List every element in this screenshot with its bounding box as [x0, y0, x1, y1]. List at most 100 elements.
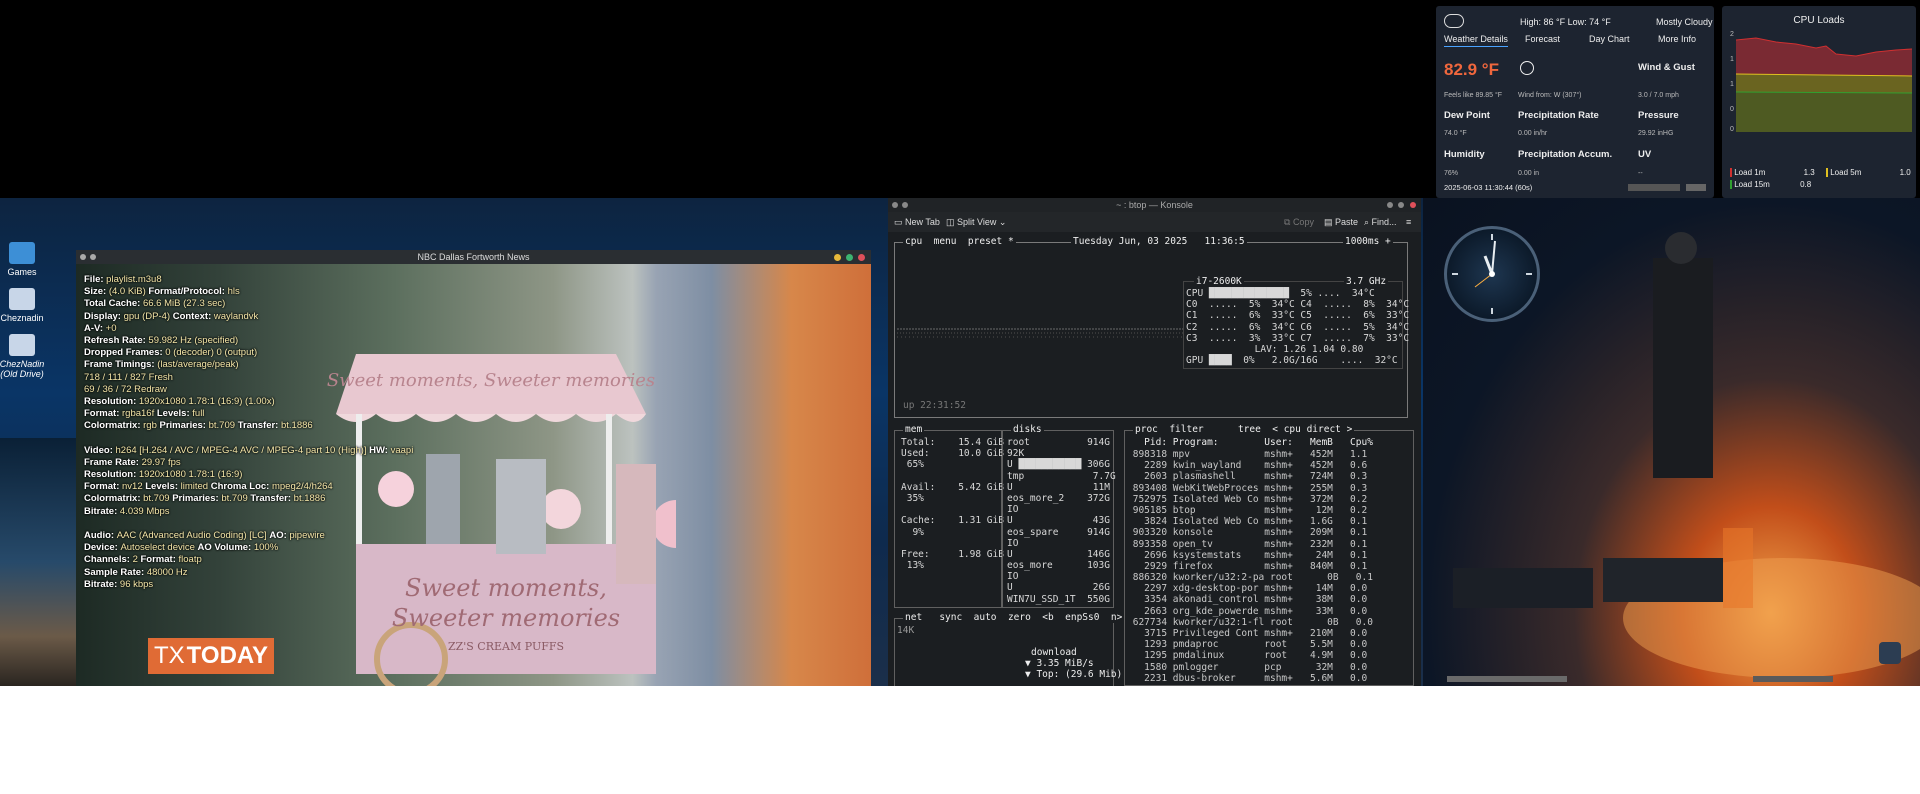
- disks-header[interactable]: disks: [1011, 424, 1044, 436]
- maximize-icon[interactable]: [1398, 202, 1404, 208]
- desktop-icon-cheznadin-old[interactable]: ChezNadin (Old Drive): [0, 334, 52, 379]
- refresh-rate[interactable]: 1000ms +: [1343, 236, 1393, 248]
- terminal-line: U 43G: [1007, 515, 1110, 527]
- stats-key-k: Channels:: [84, 554, 133, 566]
- date-line: Tuesday Jun, 03 2025 11:36:5: [1071, 236, 1247, 248]
- show-desktop-icon[interactable]: [1879, 642, 1901, 664]
- proc-header[interactable]: proc filter tree < cpu direct >: [1133, 424, 1355, 436]
- stats-key-k: Frame Rate:: [84, 456, 142, 468]
- wind-title: Wind & Gust: [1638, 62, 1695, 73]
- cpu-box-header[interactable]: cpu menu preset *: [903, 236, 1016, 248]
- stats-value-v3: bt.1886: [293, 493, 326, 505]
- tab-more-info[interactable]: More Info: [1658, 34, 1696, 44]
- weather-temp: 82.9 °F: [1444, 60, 1499, 79]
- cloud-icon: [1444, 14, 1464, 28]
- tab-weather-details[interactable]: Weather Details: [1444, 34, 1508, 47]
- feels-like: Feels like 89.85 °F: [1444, 92, 1503, 99]
- close-icon[interactable]: [1410, 202, 1416, 208]
- find-button[interactable]: ⌕ Find...: [1364, 212, 1397, 232]
- konsole-toolbar: ▭ New Tab ◫ Split View ⌄ ⧉ Copy ▤ Paste …: [888, 212, 1421, 232]
- stats-line: Audio: AAC (Advanced Audio Coding) [LC] …: [84, 530, 413, 542]
- stats-key-k2: HW:: [369, 444, 391, 456]
- weather-tabs: Weather Details Forecast Day Chart More …: [1436, 34, 1714, 50]
- copy-button[interactable]: ⧉ Copy: [1284, 212, 1314, 232]
- stats-value-v: 29.97 fps: [141, 456, 181, 468]
- terminal-line: C0 ..... 5% 34°C C4 ..... 8% 34°C: [1186, 299, 1410, 311]
- stats-value-v: rgb: [143, 420, 160, 432]
- minimize-icon[interactable]: [1387, 202, 1393, 208]
- screen: High: 86 °F Low: 74 °F Mostly Cloudy Wea…: [0, 0, 1920, 686]
- cpu-loads-title: CPU Loads: [1793, 15, 1845, 26]
- stats-line: Dropped Frames: 0 (decoder) 0 (output): [84, 347, 413, 359]
- blurred-bar: [1628, 184, 1680, 191]
- stats-line: Format: nv12 Levels: limited Chroma Loc:…: [84, 481, 413, 493]
- legend-load-5m: Load 5m 1.0: [1826, 168, 1911, 178]
- terminal-line: 903320 konsole mshm+ 209M 0.1: [1127, 527, 1368, 539]
- close-icon[interactable]: [858, 254, 865, 261]
- window-menu-icon[interactable]: [80, 254, 86, 260]
- legend-value: 1.3: [1803, 168, 1815, 177]
- tab-forecast[interactable]: Forecast: [1525, 34, 1560, 44]
- mem-header[interactable]: mem: [903, 424, 925, 436]
- btop-disks-box: disks root 914G 92K U ███████████ 306G tmp …: [1002, 424, 1116, 608]
- minute-hand: [1491, 240, 1496, 275]
- desktop-icon-cheznadin[interactable]: Cheznadin: [0, 288, 52, 323]
- terminal-line: Cache: 1.31 GiB: [901, 515, 1004, 527]
- stats-line: Display: gpu (DP-4) Context: waylandvk: [84, 311, 413, 323]
- stats-line: File: playlist.m3u8: [84, 274, 413, 286]
- stats-line: [84, 432, 413, 444]
- mpv-titlebar[interactable]: NBC Dallas Fortworth News: [76, 250, 871, 264]
- stats-line: [84, 518, 413, 530]
- stats-key-k2: Primaries:: [172, 493, 222, 505]
- split-view-button[interactable]: ◫ Split View ⌄: [946, 212, 1006, 232]
- proc-columns: Pid: Program: User: MemB Cpu%: [1127, 437, 1373, 448]
- humidity-value: 76%: [1444, 170, 1459, 177]
- stats-key-k: Resolution:: [84, 395, 139, 407]
- stats-key-k2: Format/Protocol:: [148, 286, 228, 298]
- konsole-window[interactable]: ~ : btop — Konsole ▭ New Tab ◫ Split Vie…: [888, 198, 1421, 686]
- drive-icon: [9, 334, 35, 356]
- mem-rows: Total: 15.4 GiB Used: 10.0 GiB 65% Avail: …: [901, 437, 1004, 571]
- proc-rows: 898318 mpv mshm+ 452M 1.1 2289 kwin_wayl…: [1127, 449, 1373, 684]
- terminal-line: GPU ████ 0% 2.0G/16G .... 32°C: [1186, 355, 1398, 367]
- stats-value-v: AAC (Advanced Audio Coding) [LC]: [116, 529, 270, 541]
- terminal-line: 9%: [901, 526, 924, 538]
- window-menu-icon[interactable]: [892, 202, 898, 208]
- konsole-titlebar[interactable]: ~ : btop — Konsole: [888, 198, 1421, 212]
- net-header[interactable]: net sync auto zero <b enpSs0 n>: [903, 612, 1125, 624]
- stats-key-k: Bitrate:: [84, 578, 120, 590]
- mpv-window[interactable]: NBC Dallas Fortworth News Sweet moments,…: [76, 250, 871, 686]
- new-tab-button[interactable]: ▭ New Tab: [894, 212, 940, 232]
- stats-value-v: bt.709: [143, 493, 173, 505]
- y-tick: 0: [1730, 106, 1734, 113]
- minimize-icon[interactable]: [834, 254, 841, 261]
- stats-key-k2: Context:: [172, 310, 214, 322]
- legend-label: Load 5m: [1830, 168, 1862, 177]
- paste-button[interactable]: ▤ Paste: [1324, 212, 1358, 232]
- stats-key-k3: Chroma Loc:: [210, 481, 272, 493]
- stats-value-v: 2: [132, 554, 141, 566]
- disk-rows: root 914G 92K U ███████████ 306G tmp 7.7G U …: [1007, 437, 1116, 605]
- legend-label: Load 1m: [1734, 168, 1766, 177]
- hamburger-menu-icon[interactable]: ≡: [1406, 212, 1411, 232]
- stats-line: A-V: +0: [84, 323, 413, 335]
- stats-key-k: Size:: [84, 286, 109, 298]
- stats-line: Sample Rate: 48000 Hz: [84, 567, 413, 579]
- maximize-icon[interactable]: [846, 254, 853, 261]
- taskbar-blur: [1753, 676, 1833, 682]
- weather-hilo: High: 86 °F Low: 74 °F: [1520, 17, 1611, 27]
- window-pin-icon[interactable]: [902, 202, 908, 208]
- tab-day-chart[interactable]: Day Chart: [1589, 34, 1630, 44]
- stats-line: Channels: 2 Format: floatp: [84, 554, 413, 566]
- sign-line-1: Sweet moments,: [405, 574, 607, 602]
- cpu-ghz: 3.7 GHz: [1344, 276, 1389, 288]
- window-pin-icon[interactable]: [90, 254, 96, 260]
- desktop-icon-games[interactable]: Games: [0, 242, 52, 277]
- btop-mem-box: mem Total: 15.4 GiB Used: 10.0 GiB 65% Ava…: [894, 424, 1004, 608]
- stats-value-v2: 100%: [253, 542, 279, 554]
- stats-key-k: Device:: [84, 542, 121, 554]
- weather-widget: High: 86 °F Low: 74 °F Mostly Cloudy Wea…: [1436, 6, 1714, 198]
- blurred-bar: [1686, 184, 1706, 191]
- video-frame[interactable]: Sweet moments, Sweeter memories Sweet mo…: [76, 264, 871, 686]
